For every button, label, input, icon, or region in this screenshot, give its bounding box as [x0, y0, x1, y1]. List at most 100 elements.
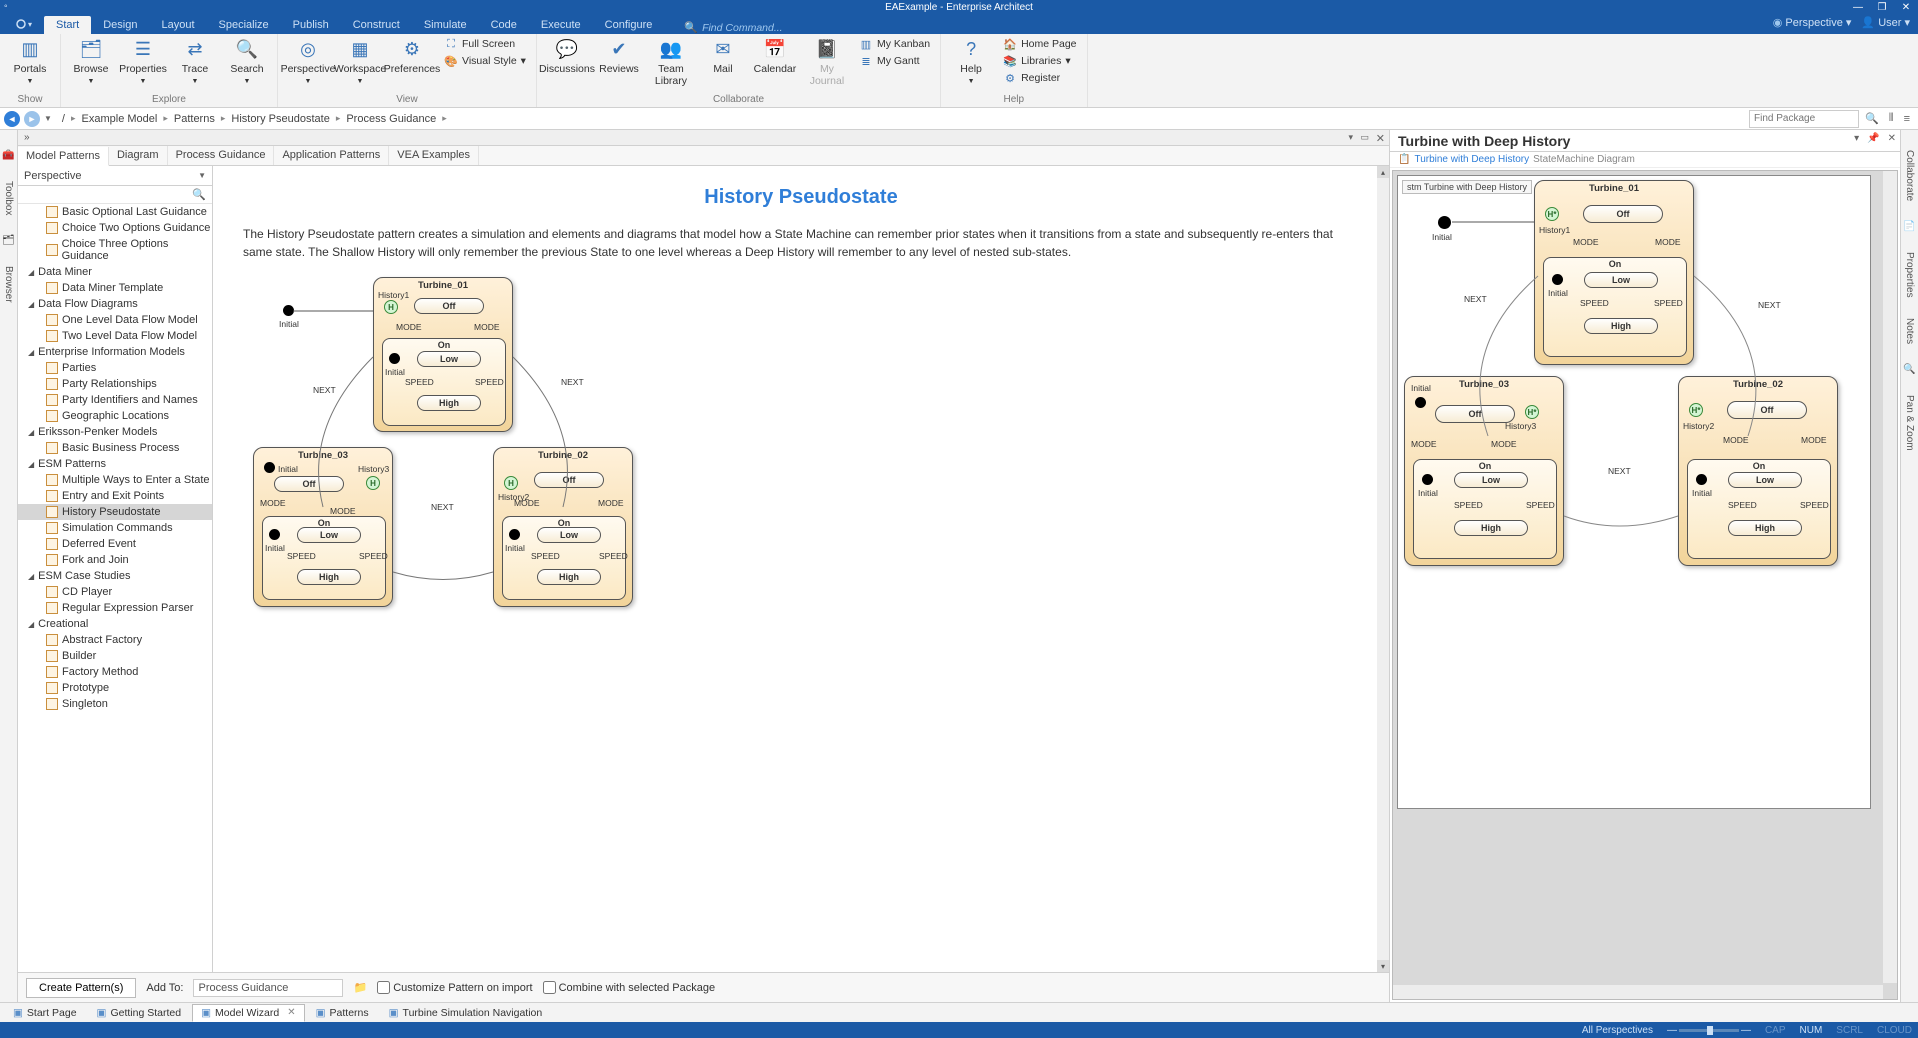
- properties-dock-icon[interactable]: 📄: [1903, 221, 1915, 232]
- r-turbine-03[interactable]: Turbine_03 Initial H* History3 Off MODE …: [1404, 376, 1564, 566]
- mykanban-button[interactable]: ▥My Kanban: [855, 36, 934, 52]
- tab-code[interactable]: Code: [479, 16, 529, 34]
- pattern-tree[interactable]: Basic Optional Last GuidanceChoice Two O…: [18, 204, 212, 972]
- diagram-canvas[interactable]: stm Turbine with Deep History Turbine_01…: [1392, 170, 1898, 1000]
- breadcrumb-root[interactable]: /: [62, 113, 65, 125]
- r-low2[interactable]: Low: [1728, 472, 1802, 488]
- r-high[interactable]: High: [1584, 318, 1658, 334]
- create-pattern-button[interactable]: Create Pattern(s): [26, 978, 136, 998]
- tab-specialize[interactable]: Specialize: [207, 16, 281, 34]
- find-command-input[interactable]: Find Command...: [702, 22, 783, 34]
- tree-item[interactable]: Parties: [18, 360, 212, 376]
- vtab-toolbox[interactable]: Toolbox: [3, 181, 14, 215]
- tab-publish[interactable]: Publish: [281, 16, 341, 34]
- tree-item[interactable]: Party Identifiers and Names: [18, 392, 212, 408]
- tree-item[interactable]: Factory Method: [18, 664, 212, 680]
- trace-button[interactable]: ⇄Trace▼: [171, 36, 219, 87]
- hamburger-icon[interactable]: ≡: [1900, 113, 1914, 125]
- tab-construct[interactable]: Construct: [341, 16, 412, 34]
- nav-dd[interactable]: ▼: [44, 114, 52, 123]
- tree-item[interactable]: Party Relationships: [18, 376, 212, 392]
- r-turbine-02[interactable]: Turbine_02 H* History2 Off MODE MODE On …: [1678, 376, 1838, 566]
- close-icon[interactable]: ✕: [287, 1007, 295, 1018]
- pane-restore-icon[interactable]: ▾: [1348, 132, 1353, 143]
- r-low[interactable]: Low: [1584, 272, 1658, 288]
- tree-item[interactable]: Two Level Data Flow Model: [18, 328, 212, 344]
- browser-icon[interactable]: 🗂: [2, 235, 15, 246]
- tree-item[interactable]: Singleton: [18, 696, 212, 712]
- register-button[interactable]: ⚙Register: [999, 70, 1080, 86]
- reviews-button[interactable]: ✔Reviews: [595, 36, 643, 78]
- workspace-button[interactable]: ▦Workspace▼: [336, 36, 384, 87]
- doctab[interactable]: ▣Start Page: [4, 1004, 86, 1022]
- tree-group[interactable]: ◢ESM Case Studies: [18, 568, 212, 584]
- perspective-selector[interactable]: Perspective▼: [18, 166, 212, 186]
- tree-item[interactable]: Prototype: [18, 680, 212, 696]
- vtab-properties[interactable]: Properties: [1904, 252, 1915, 298]
- addto-field[interactable]: Process Guidance: [193, 979, 343, 997]
- diagram-scroll-h[interactable]: [1393, 985, 1883, 999]
- status-all-perspectives[interactable]: All Perspectives: [1582, 1025, 1653, 1036]
- r-off2[interactable]: Off: [1727, 401, 1807, 419]
- tree-item[interactable]: Entry and Exit Points: [18, 488, 212, 504]
- tree-item[interactable]: Choice Three Options Guidance: [18, 236, 212, 264]
- file-menu-button[interactable]: ▾: [4, 14, 44, 34]
- r-on[interactable]: On Initial Low SPEED SPEED High: [1543, 257, 1687, 357]
- tree-item[interactable]: Basic Optional Last Guidance: [18, 204, 212, 220]
- tree-item[interactable]: History Pseudostate: [18, 504, 212, 520]
- customize-checkbox[interactable]: Customize Pattern on import: [377, 981, 532, 994]
- browse-button[interactable]: 🗂Browse▼: [67, 36, 115, 87]
- tab-layout[interactable]: Layout: [149, 16, 206, 34]
- zoom-dock-icon[interactable]: 🔍: [1903, 364, 1915, 375]
- breadcrumb-seg[interactable]: Example Model: [82, 113, 158, 125]
- discussions-button[interactable]: 💬Discussions: [543, 36, 591, 78]
- tree-item[interactable]: Builder: [18, 648, 212, 664]
- r-high3[interactable]: High: [1454, 520, 1528, 536]
- expand-icon[interactable]: »: [24, 132, 30, 143]
- doctab[interactable]: ▣Model Wizard✕: [192, 1004, 305, 1022]
- properties-button[interactable]: ☰Properties▼: [119, 36, 167, 87]
- doctab[interactable]: ▣Turbine Simulation Navigation: [380, 1004, 552, 1022]
- tree-item[interactable]: Choice Two Options Guidance: [18, 220, 212, 236]
- tree-item[interactable]: Deferred Event: [18, 536, 212, 552]
- doctab[interactable]: ▣Getting Started: [88, 1004, 191, 1022]
- tree-item[interactable]: One Level Data Flow Model: [18, 312, 212, 328]
- tab-app-patterns[interactable]: Application Patterns: [274, 146, 389, 165]
- minimize-icon[interactable]: —: [1846, 0, 1870, 14]
- tree-search-row[interactable]: 🔍: [18, 186, 212, 204]
- find-package-input[interactable]: [1749, 110, 1859, 128]
- zoom-slider[interactable]: — —: [1667, 1025, 1751, 1036]
- close-icon[interactable]: ✕: [1894, 0, 1918, 14]
- tab-configure[interactable]: Configure: [593, 16, 665, 34]
- help-button[interactable]: ?Help▼: [947, 36, 995, 87]
- pane-pin-icon[interactable]: 📌: [1867, 133, 1879, 144]
- vtab-browser[interactable]: Browser: [3, 266, 14, 303]
- tab-process-guidance[interactable]: Process Guidance: [168, 146, 275, 165]
- pane-menu-icon[interactable]: ▾: [1854, 133, 1859, 144]
- r-on2[interactable]: On Initial Low SPEED SPEED High: [1687, 459, 1831, 559]
- tree-item[interactable]: Multiple Ways to Enter a State: [18, 472, 212, 488]
- r-initial-dot[interactable]: [1438, 216, 1451, 229]
- tab-design[interactable]: Design: [91, 16, 149, 34]
- tab-simulate[interactable]: Simulate: [412, 16, 479, 34]
- r-off3[interactable]: Off: [1435, 405, 1515, 423]
- scrollbar-v[interactable]: ▴ ▾: [1377, 166, 1389, 972]
- visualstyle-button[interactable]: 🎨Visual Style ▾: [440, 53, 530, 69]
- tab-execute[interactable]: Execute: [529, 16, 593, 34]
- breadcrumb-seg[interactable]: Process Guidance: [346, 113, 436, 125]
- tab-model-patterns[interactable]: Model Patterns: [18, 147, 109, 166]
- diagram-scroll-v[interactable]: [1883, 171, 1897, 983]
- fullscreen-button[interactable]: ⛶Full Screen: [440, 36, 530, 52]
- breadcrumb-seg[interactable]: History Pseudostate: [231, 113, 329, 125]
- combine-checkbox[interactable]: Combine with selected Package: [543, 981, 716, 994]
- tree-group[interactable]: ◢ESM Patterns: [18, 456, 212, 472]
- tree-group[interactable]: ◢Eriksson-Penker Models: [18, 424, 212, 440]
- r-on3[interactable]: On Initial Low SPEED SPEED High: [1413, 459, 1557, 559]
- toolbox-icon[interactable]: 🧰: [2, 150, 14, 161]
- portals-button[interactable]: ▥Portals▼: [6, 36, 54, 87]
- tree-item[interactable]: CD Player: [18, 584, 212, 600]
- nav-back-button[interactable]: ◄: [4, 111, 20, 127]
- tab-vea-examples[interactable]: VEA Examples: [389, 146, 479, 165]
- mygantt-button[interactable]: ≣My Gantt: [855, 53, 934, 69]
- r-turbine-01[interactable]: Turbine_01 H* History1 Off MODE MODE On …: [1534, 180, 1694, 365]
